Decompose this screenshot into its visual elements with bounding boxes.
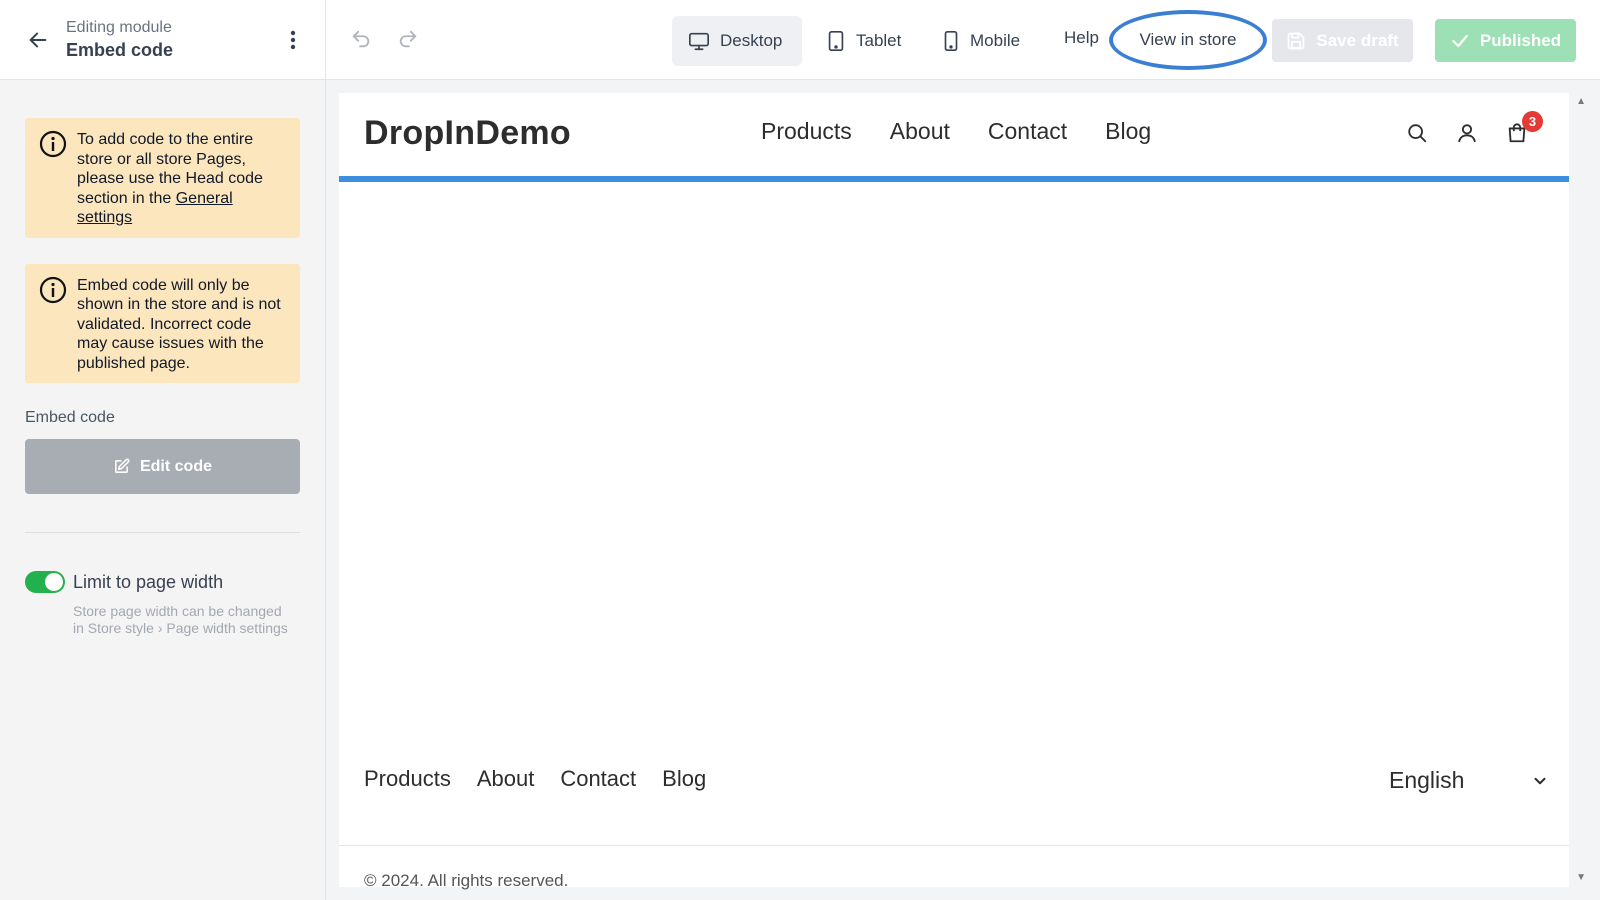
editor-toolbar: Desktop Tablet Mobile Help View in store… bbox=[326, 0, 1600, 80]
published-button[interactable]: Published bbox=[1435, 19, 1576, 62]
info-icon bbox=[39, 130, 67, 158]
save-draft-button[interactable]: Save draft bbox=[1272, 19, 1413, 62]
check-icon bbox=[1452, 34, 1468, 47]
scroll-up-arrow[interactable]: ▲ bbox=[1576, 96, 1586, 107]
head-code-notice: To add code to the entire store or all s… bbox=[25, 118, 300, 238]
sidebar-divider bbox=[25, 532, 300, 533]
save-draft-label: Save draft bbox=[1316, 30, 1399, 50]
cart-count-badge: 3 bbox=[1522, 111, 1543, 132]
store-search-button[interactable] bbox=[1403, 119, 1431, 147]
footer-link-contact[interactable]: Contact bbox=[560, 766, 636, 792]
limit-width-row: Limit to page width bbox=[25, 571, 300, 593]
embed-code-label: Embed code bbox=[25, 409, 115, 426]
footer-link-products[interactable]: Products bbox=[364, 766, 451, 792]
chevron-down-icon bbox=[1534, 777, 1546, 784]
user-icon bbox=[1458, 124, 1476, 143]
header-text: Editing module Embed code bbox=[66, 18, 279, 62]
copyright-text: © 2024. All rights reserved. bbox=[364, 871, 569, 890]
redo-icon bbox=[399, 30, 417, 48]
undo-button[interactable] bbox=[346, 24, 376, 54]
mobile-icon bbox=[944, 31, 958, 51]
embed-code-module[interactable] bbox=[339, 182, 1569, 752]
device-desktop-label: Desktop bbox=[720, 31, 783, 50]
nav-item-products[interactable]: Products bbox=[761, 118, 852, 145]
limit-width-hint: Store page width can be changed in Store… bbox=[73, 603, 288, 636]
edit-icon bbox=[115, 458, 130, 473]
sidebar-header: Editing module Embed code bbox=[0, 0, 325, 80]
editing-label: Editing module bbox=[66, 18, 172, 36]
language-value: English bbox=[1389, 767, 1465, 793]
device-mobile-button[interactable]: Mobile bbox=[926, 16, 1036, 66]
device-tablet-label: Tablet bbox=[856, 31, 902, 50]
footer-divider bbox=[339, 845, 1569, 846]
app-root: Editing module Embed code To add code to… bbox=[0, 0, 1600, 900]
store-account-button[interactable] bbox=[1453, 119, 1481, 147]
store-footer: Products About Contact Blog English © 20… bbox=[339, 752, 1569, 890]
store-header: DropInDemo Products About Contact Blog 3 bbox=[339, 93, 1569, 176]
nav-item-about[interactable]: About bbox=[890, 118, 950, 145]
desktop-icon bbox=[689, 32, 709, 51]
view-in-store-label: View in store bbox=[1139, 30, 1237, 49]
language-select[interactable]: English bbox=[1389, 767, 1549, 794]
footer-link-about[interactable]: About bbox=[477, 766, 535, 792]
sidebar-body: To add code to the entire store or all s… bbox=[0, 80, 325, 636]
kebab-menu-icon bbox=[290, 30, 296, 49]
floppy-disk-icon bbox=[1288, 32, 1305, 49]
arrow-left-icon bbox=[29, 32, 47, 47]
scroll-down-arrow[interactable]: ▼ bbox=[1576, 872, 1586, 883]
store-nav: Products About Contact Blog bbox=[761, 118, 1151, 145]
nav-item-contact[interactable]: Contact bbox=[988, 118, 1067, 145]
tablet-icon bbox=[828, 31, 844, 51]
info-icon bbox=[39, 276, 67, 303]
footer-nav: Products About Contact Blog bbox=[364, 766, 706, 792]
module-sidebar: Editing module Embed code To add code to… bbox=[0, 0, 326, 900]
footer-link-blog[interactable]: Blog bbox=[662, 766, 706, 792]
undo-icon bbox=[352, 30, 370, 48]
device-mobile-label: Mobile bbox=[970, 31, 1021, 50]
view-in-store-button[interactable]: View in store bbox=[1109, 10, 1267, 70]
device-desktop-button[interactable]: Desktop bbox=[672, 16, 802, 66]
validation-warning-notice: Embed code will only be shown in the sto… bbox=[25, 263, 300, 383]
limit-width-label: Limit to page width bbox=[73, 571, 224, 592]
head-code-notice-text: To add code to the entire store or all s… bbox=[77, 130, 284, 228]
nav-item-blog[interactable]: Blog bbox=[1105, 118, 1151, 145]
edit-code-label: Edit code bbox=[139, 457, 212, 475]
store-preview-canvas: DropInDemo Products About Contact Blog 3… bbox=[339, 93, 1569, 890]
validation-warning-text: Embed code will only be shown in the sto… bbox=[77, 276, 281, 372]
help-button[interactable]: Help bbox=[1064, 28, 1099, 48]
search-icon bbox=[1408, 124, 1427, 143]
device-tablet-button[interactable]: Tablet bbox=[810, 16, 917, 66]
back-button[interactable] bbox=[22, 24, 54, 56]
limit-width-toggle[interactable] bbox=[25, 571, 65, 593]
store-logo[interactable]: DropInDemo bbox=[364, 114, 571, 153]
more-options-button[interactable] bbox=[279, 24, 307, 56]
edit-code-button[interactable]: Edit code bbox=[25, 439, 300, 494]
published-label: Published bbox=[1479, 30, 1562, 50]
redo-button[interactable] bbox=[393, 24, 423, 54]
module-name: Embed code bbox=[66, 39, 174, 60]
notice-body-text: To add code to the entire store or all s… bbox=[77, 131, 263, 207]
